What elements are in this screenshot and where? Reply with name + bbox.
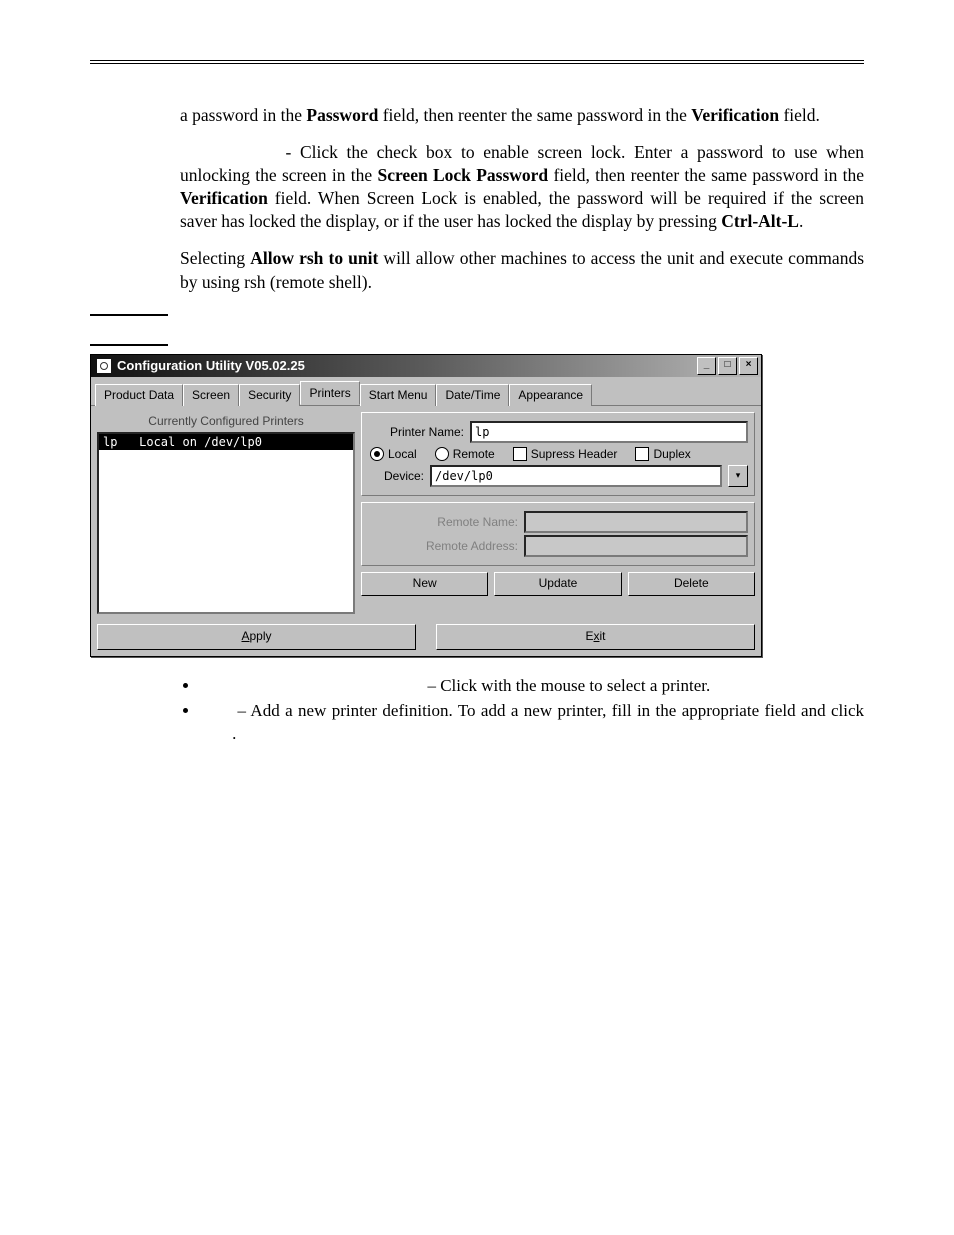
printers-listbox[interactable]: lp Local on /dev/lp0 bbox=[97, 432, 355, 614]
paragraph-rsh: Selecting Allow rsh to unit will allow o… bbox=[90, 247, 864, 293]
dialog-footer: Apply Exit bbox=[91, 620, 761, 656]
radio-local[interactable]: Local bbox=[370, 447, 417, 461]
text: field, then reenter the same password in… bbox=[548, 165, 864, 185]
text: – Add a new printer definition. To add a… bbox=[232, 701, 864, 720]
apply-button[interactable]: Apply bbox=[97, 624, 416, 650]
tab-date-time[interactable]: Date/Time bbox=[436, 384, 509, 406]
bold-ctrlaltl: Ctrl-Alt-L bbox=[721, 211, 799, 231]
configured-printers-label: Currently Configured Printers bbox=[97, 412, 355, 432]
radio-remote-label: Remote bbox=[453, 447, 495, 461]
tab-printers[interactable]: Printers bbox=[300, 381, 359, 405]
printer-name-input[interactable]: lp bbox=[470, 421, 748, 443]
duplex-label: Duplex bbox=[653, 447, 690, 461]
exit-button[interactable]: Exit bbox=[436, 624, 755, 650]
new-button[interactable]: New bbox=[361, 572, 488, 596]
remote-group: Remote Name: Remote Address: bbox=[361, 502, 755, 566]
minimize-button[interactable]: _ bbox=[697, 357, 716, 375]
printer-action-buttons: New Update Delete bbox=[361, 572, 755, 596]
section-heading-printers: Printers bbox=[90, 314, 864, 346]
text: – Click with the mouse to select a print… bbox=[423, 676, 710, 695]
text: . bbox=[232, 724, 236, 743]
printer-props-group: Printer Name: lp Local Remote bbox=[361, 412, 755, 496]
text: a password in the bbox=[180, 105, 306, 125]
radio-dot-icon bbox=[435, 447, 449, 461]
checkbox-supress-header[interactable]: Supress Header bbox=[513, 447, 618, 461]
text: field. bbox=[779, 105, 820, 125]
checkbox-duplex[interactable]: Duplex bbox=[635, 447, 690, 461]
remote-address-input bbox=[524, 535, 748, 557]
close-button[interactable]: × bbox=[739, 357, 758, 375]
maximize-button[interactable]: □ bbox=[718, 357, 737, 375]
tab-product-data[interactable]: Product Data bbox=[95, 384, 183, 406]
tab-security[interactable]: Security bbox=[239, 384, 300, 406]
tab-appearance[interactable]: Appearance bbox=[509, 384, 592, 406]
bold-password: Password bbox=[306, 105, 378, 125]
titlebar[interactable]: Configuration Utility V05.02.25 _ □ × bbox=[91, 355, 761, 377]
checkbox-icon bbox=[513, 447, 527, 461]
list-item[interactable]: lp Local on /dev/lp0 bbox=[99, 434, 353, 450]
top-rule bbox=[90, 60, 864, 64]
bold-verif2: Verification bbox=[180, 188, 268, 208]
text: field, then reenter the same password in… bbox=[378, 105, 691, 125]
remote-name-label: Remote Name: bbox=[368, 515, 518, 529]
bold-rsh: Allow rsh to unit bbox=[250, 248, 378, 268]
paragraph-screenlock: Screen Lock - Click the check box to ena… bbox=[90, 141, 864, 233]
tab-screen[interactable]: Screen bbox=[183, 384, 239, 406]
tab-start-menu[interactable]: Start Menu bbox=[360, 384, 437, 406]
description-list: Currently Configured Printers – Click wi… bbox=[90, 675, 864, 746]
supress-header-label: Supress Header bbox=[531, 447, 618, 461]
text: Selecting bbox=[180, 248, 250, 268]
printer-name-label: Printer Name: bbox=[368, 425, 464, 439]
window-title: Configuration Utility V05.02.25 bbox=[117, 358, 697, 373]
list-item: Currently Configured Printers – Click wi… bbox=[200, 675, 864, 698]
radio-remote[interactable]: Remote bbox=[435, 447, 495, 461]
device-input[interactable]: /dev/lp0 bbox=[430, 465, 722, 487]
device-dropdown-button[interactable]: ▾ bbox=[728, 465, 748, 487]
tab-bar: Product Data Screen Security Printers St… bbox=[91, 377, 761, 406]
delete-button[interactable]: Delete bbox=[628, 572, 755, 596]
text: . bbox=[799, 211, 803, 231]
update-button[interactable]: Update bbox=[494, 572, 621, 596]
checkbox-icon bbox=[635, 447, 649, 461]
config-utility-window: Configuration Utility V05.02.25 _ □ × Pr… bbox=[90, 354, 762, 657]
remote-address-label: Remote Address: bbox=[368, 539, 518, 553]
list-item: New – Add a new printer definition. To a… bbox=[200, 700, 864, 746]
device-label: Device: bbox=[368, 469, 424, 483]
bold-verification: Verification bbox=[691, 105, 779, 125]
radio-local-label: Local bbox=[388, 447, 417, 461]
paragraph-password: a password in the Password field, then r… bbox=[90, 104, 864, 127]
printers-panel: Currently Configured Printers lp Local o… bbox=[91, 406, 761, 620]
radio-dot-icon bbox=[370, 447, 384, 461]
remote-name-input bbox=[524, 511, 748, 533]
bold-slp: Screen Lock Password bbox=[377, 165, 548, 185]
app-icon bbox=[97, 359, 111, 373]
